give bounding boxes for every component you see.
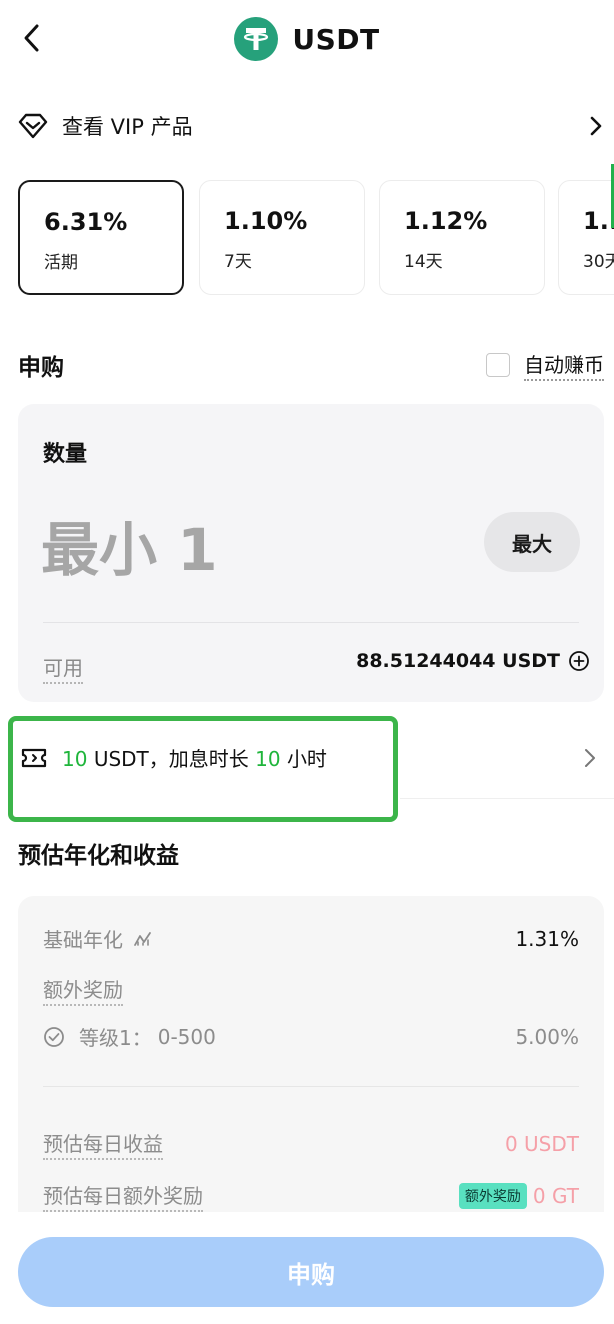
earn-subscribe-screen: USDT 查看 VIP 产品 6.31% 活期 1.10% 7天 1.12% 1… [0,0,614,1324]
voucher-arrow[interactable] [578,744,602,772]
daily-earnings-label: 预估每日收益 [43,1128,163,1160]
amount-panel: 数量 最大 可用 88.51244044 USDT [18,404,604,702]
vip-products-row[interactable]: 查看 VIP 产品 [18,104,604,148]
voucher-hours: 10 [255,747,281,771]
diamond-icon [18,113,48,139]
base-apr-row: 基础年化 1.31% [43,924,579,953]
rate-value: 1.12% [404,207,488,235]
tier-value: 5.00% [515,1024,579,1049]
header: USDT [0,14,614,64]
daily-earnings-row: 预估每日收益 0 USDT [43,1128,579,1160]
tier-range: 0-500 [157,1024,216,1049]
divider [43,622,579,623]
rate-term: 14天 [404,252,443,272]
daily-earnings-value: 0 USDT [504,1132,579,1156]
vip-label: 查看 VIP 产品 [62,115,193,139]
divider [400,798,614,799]
subscribe-button[interactable]: 申购 [18,1237,604,1307]
rate-cards: 6.31% 活期 1.10% 7天 1.12% 14天 1.1 30天 [18,180,614,296]
voucher-text: 10 USDT，加息时长 10 小时 [62,743,327,772]
rate-term: 活期 [44,253,78,273]
available-value: 88.51244044 USDT [356,650,560,672]
daily-bonus-label: 预估每日额外奖励 [43,1180,203,1212]
rate-card-flexible[interactable]: 6.31% 活期 [18,180,184,295]
voucher-row[interactable]: 10 USDT，加息时长 10 小时 [20,743,327,772]
rate-term: 7天 [224,252,252,272]
base-apr-value: 1.31% [515,926,579,951]
subscribe-title: 申购 [18,355,64,381]
bonus-badge: 额外奖励 [458,1183,527,1209]
daily-bonus-value: 0 GT [532,1184,579,1208]
rate-value: 1.10% [224,207,308,235]
subscribe-header: 申购 自动赚币 [18,344,604,386]
rate-card-7d[interactable]: 1.10% 7天 [199,180,365,295]
voucher-amount: 10 [62,747,88,771]
rate-card-30d[interactable]: 1.1 30天 [558,180,614,295]
estimate-title: 预估年化和收益 [18,843,179,869]
tier-label: 等级1： [79,1026,152,1050]
auto-earn-label[interactable]: 自动赚币 [524,349,604,381]
available-label: 可用 [43,652,83,684]
apr-chart-icon[interactable] [133,930,153,948]
available-balance: 88.51244044 USDT [356,650,590,672]
tier-row: 等级1： 0-500 5.00% [43,1022,579,1051]
divider [43,1086,579,1087]
check-circle-icon [44,1026,64,1047]
quantity-label: 数量 [43,442,88,467]
chevron-right-icon [585,749,595,767]
chevron-right-icon [590,116,602,136]
max-button[interactable]: 最大 [484,512,580,572]
base-apr-label: 基础年化 [43,928,123,952]
daily-bonus-row: 预估每日额外奖励 额外奖励 0 GT [43,1180,579,1212]
rate-value: 1.1 [583,207,614,235]
rate-term: 30天 [583,252,614,272]
amount-input[interactable] [41,512,461,588]
bonus-label: 额外奖励 [43,974,123,1006]
ticket-icon [21,748,47,767]
rate-card-14d[interactable]: 1.12% 14天 [379,180,545,295]
add-circle-icon[interactable] [568,650,590,672]
auto-earn-checkbox[interactable] [486,353,510,377]
voucher-text-2: 小时 [286,747,327,771]
rate-value: 6.31% [44,208,128,236]
usdt-logo-icon [234,17,279,61]
estimate-panel: 基础年化 1.31% 额外奖励 等级1： 0-500 5.00% 预估每日收益 [18,896,604,1212]
bonus-row: 额外奖励 [43,974,579,1006]
page-title: USDT [292,22,380,56]
voucher-text-1: USDT，加息时长 [93,747,249,771]
